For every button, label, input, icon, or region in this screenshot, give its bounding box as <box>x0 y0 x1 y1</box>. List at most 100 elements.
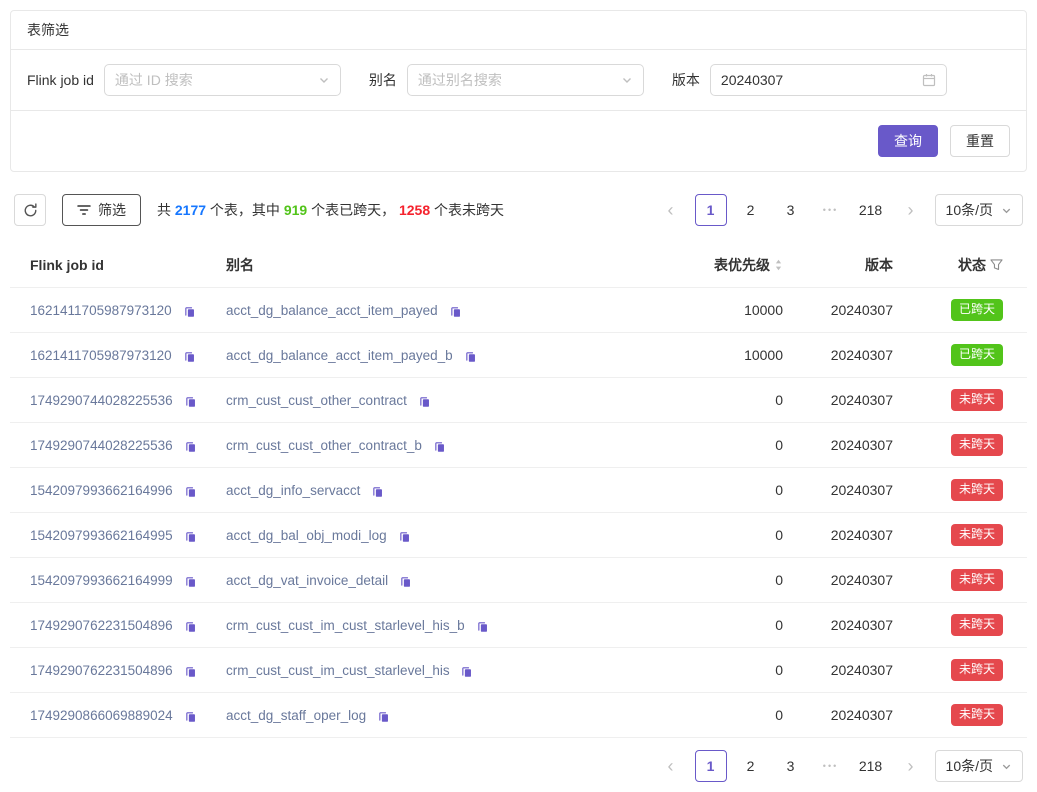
cell-flink-job-id: 1542097993662164995 <box>22 527 218 543</box>
version-value: 20240307 <box>791 392 901 408</box>
page-button-1[interactable]: 1 <box>695 750 727 782</box>
alias-link[interactable]: crm_cust_cust_other_contract <box>226 393 407 408</box>
page-button-last[interactable]: 218 <box>855 750 887 782</box>
page-button-2[interactable]: 2 <box>735 194 767 226</box>
reset-button[interactable]: 重置 <box>950 125 1010 157</box>
toolbar: 筛选 共 2177 个表，其中 919 个表已跨天， 1258 个表未跨天 ‹ … <box>14 194 1023 226</box>
next-page-button[interactable]: › <box>895 194 927 226</box>
flink-job-id-link[interactable]: 1749290744028225536 <box>30 438 173 453</box>
copy-icon[interactable] <box>184 395 197 408</box>
version-date-input[interactable]: 20240307 <box>710 64 947 96</box>
copy-icon[interactable] <box>433 440 446 453</box>
cell-status: 未跨天 <box>901 704 1011 726</box>
prev-page-button[interactable]: ‹ <box>655 194 687 226</box>
summary-not-crossed-count: 1258 <box>399 202 430 218</box>
flink-job-id-link[interactable]: 1749290866069889024 <box>30 708 173 723</box>
query-button[interactable]: 查询 <box>878 125 938 157</box>
table-row: 1749290744028225536 crm_cust_cust_other_… <box>10 378 1027 423</box>
page-size-select[interactable]: 10条/页 <box>935 750 1023 782</box>
funnel-filter-icon[interactable] <box>990 259 1003 271</box>
alias-link[interactable]: crm_cust_cust_im_cust_starlevel_his_b <box>226 618 465 633</box>
status-badge: 已跨天 <box>951 299 1003 321</box>
flink-job-id-link[interactable]: 1749290744028225536 <box>30 393 173 408</box>
tables-table: Flink job id 别名 表优先级 版本 状态 1621411705987… <box>10 242 1027 738</box>
priority-value: 0 <box>641 662 791 678</box>
alias-link[interactable]: acct_dg_balance_acct_item_payed_b <box>226 348 453 363</box>
copy-icon[interactable] <box>460 665 473 678</box>
priority-value: 0 <box>641 437 791 453</box>
copy-icon[interactable] <box>449 305 462 318</box>
copy-icon[interactable] <box>184 620 197 633</box>
copy-icon[interactable] <box>377 710 390 723</box>
page-button-3[interactable]: 3 <box>775 750 807 782</box>
alias-link[interactable]: crm_cust_cust_im_cust_starlevel_his <box>226 663 450 678</box>
copy-icon[interactable] <box>476 620 489 633</box>
cell-status: 未跨天 <box>901 434 1011 456</box>
page-size-label: 10条/页 <box>946 756 993 776</box>
copy-icon[interactable] <box>184 710 197 723</box>
cell-alias: crm_cust_cust_im_cust_starlevel_his <box>218 662 641 678</box>
version-field-group: 版本 20240307 <box>672 64 947 96</box>
copy-icon[interactable] <box>184 575 197 588</box>
chevron-down-icon <box>318 74 330 86</box>
page-ellipsis[interactable]: ••• <box>815 194 847 226</box>
alias-link[interactable]: crm_cust_cust_other_contract_b <box>226 438 422 453</box>
column-header-priority[interactable]: 表优先级 <box>641 255 791 275</box>
cell-alias: crm_cust_cust_other_contract_b <box>218 437 641 453</box>
flink-job-id-link[interactable]: 1542097993662164999 <box>30 573 173 588</box>
cell-status: 未跨天 <box>901 389 1011 411</box>
version-label: 版本 <box>672 70 700 90</box>
version-value: 20240307 <box>791 707 901 723</box>
alias-link[interactable]: acct_dg_info_servacct <box>226 483 360 498</box>
page-button-3[interactable]: 3 <box>775 194 807 226</box>
copy-icon[interactable] <box>464 350 477 363</box>
table-row: 1749290762231504896 crm_cust_cust_im_cus… <box>10 648 1027 693</box>
copy-icon[interactable] <box>371 485 384 498</box>
flink-job-id-link[interactable]: 1542097993662164995 <box>30 528 173 543</box>
column-header-status: 状态 <box>901 255 1011 275</box>
copy-icon[interactable] <box>184 440 197 453</box>
flink-job-id-select[interactable]: 通过 ID 搜索 <box>104 64 341 96</box>
copy-icon[interactable] <box>184 530 197 543</box>
copy-icon[interactable] <box>398 530 411 543</box>
page: 表筛选 Flink job id 通过 ID 搜索 别名 通过别名搜索 <box>0 0 1037 792</box>
alias-link[interactable]: acct_dg_balance_acct_item_payed <box>226 303 438 318</box>
sort-icon[interactable] <box>774 258 783 272</box>
page-button-2[interactable]: 2 <box>735 750 767 782</box>
cell-flink-job-id: 1749290744028225536 <box>22 437 218 453</box>
alias-select[interactable]: 通过别名搜索 <box>407 64 644 96</box>
flink-job-id-link[interactable]: 1542097993662164996 <box>30 483 173 498</box>
page-button-last[interactable]: 218 <box>855 194 887 226</box>
copy-icon[interactable] <box>399 575 412 588</box>
copy-icon[interactable] <box>418 395 431 408</box>
table-row: 1542097993662164995 acct_dg_bal_obj_modi… <box>10 513 1027 558</box>
priority-value: 0 <box>641 707 791 723</box>
copy-icon[interactable] <box>184 485 197 498</box>
copy-icon[interactable] <box>183 305 196 318</box>
version-value: 20240307 <box>791 482 901 498</box>
cell-status: 未跨天 <box>901 569 1011 591</box>
alias-link[interactable]: acct_dg_vat_invoice_detail <box>226 573 388 588</box>
cell-alias: crm_cust_cust_im_cust_starlevel_his_b <box>218 617 641 633</box>
flink-job-id-link[interactable]: 1621411705987973120 <box>30 303 172 318</box>
priority-value: 0 <box>641 482 791 498</box>
prev-page-button[interactable]: ‹ <box>655 750 687 782</box>
flink-job-id-link[interactable]: 1621411705987973120 <box>30 348 172 363</box>
alias-link[interactable]: acct_dg_bal_obj_modi_log <box>226 528 387 543</box>
page-ellipsis[interactable]: ••• <box>815 750 847 782</box>
alias-link[interactable]: acct_dg_staff_oper_log <box>226 708 366 723</box>
page-size-select[interactable]: 10条/页 <box>935 194 1023 226</box>
version-value: 20240307 <box>791 572 901 588</box>
page-button-1[interactable]: 1 <box>695 194 727 226</box>
filter-panel-title: 表筛选 <box>11 11 1026 50</box>
next-page-button[interactable]: › <box>895 750 927 782</box>
alias-label: 别名 <box>369 70 397 90</box>
filter-panel: 表筛选 Flink job id 通过 ID 搜索 别名 通过别名搜索 <box>10 10 1027 172</box>
copy-icon[interactable] <box>183 350 196 363</box>
filter-toggle-button[interactable]: 筛选 <box>62 194 141 226</box>
copy-icon[interactable] <box>184 665 197 678</box>
flink-job-id-link[interactable]: 1749290762231504896 <box>30 618 173 633</box>
status-badge: 未跨天 <box>951 389 1003 411</box>
flink-job-id-link[interactable]: 1749290762231504896 <box>30 663 173 678</box>
refresh-button[interactable] <box>14 194 46 226</box>
